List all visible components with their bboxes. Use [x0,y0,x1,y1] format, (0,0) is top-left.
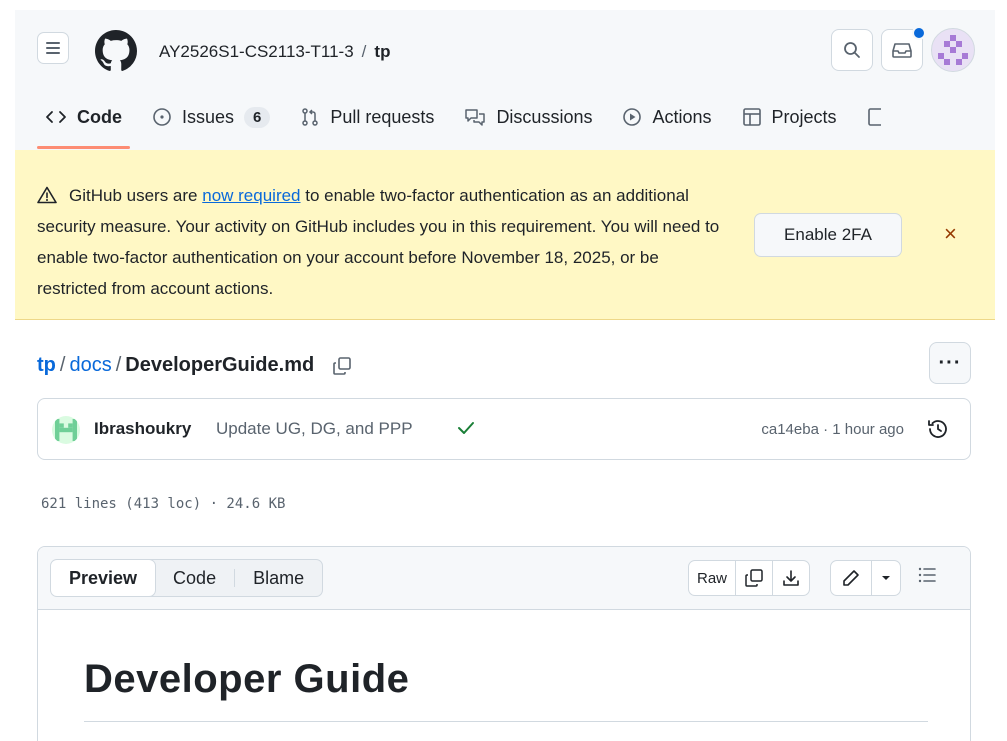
repo-nav-tabs: Code Issues 6 Pull requests Discussions … [37,94,913,150]
edit-file-button[interactable] [831,561,872,595]
repo-header: AY2526S1-CS2113-T11-3 / tp Code Issues 6 P… [15,10,995,151]
raw-button[interactable]: Raw [689,561,737,595]
copy-path-button[interactable] [332,356,352,376]
tab-overflow[interactable] [859,94,899,140]
repo-link[interactable]: tp [374,42,390,61]
download-button[interactable] [773,561,809,595]
tab-projects[interactable]: Projects [734,94,845,140]
search-button[interactable] [831,29,873,71]
identicon-icon [55,419,77,441]
banner-text-before: GitHub users are [69,186,203,205]
header-actions [831,26,975,72]
heading-rule [84,721,928,722]
inbox-icon [892,43,912,58]
dismiss-banner-button[interactable]: × [944,223,957,245]
file-viewer: Preview Code Blame Raw Developer Guide [37,546,971,741]
tab-label: Issues [182,106,235,127]
table-icon [742,108,761,126]
tab-code-view[interactable]: Code [155,560,234,596]
notification-dot [912,26,926,40]
tab-label: Code [77,106,122,127]
commit-hash-time[interactable]: ca14eba · 1 hour ago [761,421,904,438]
open-menu-button[interactable] [37,32,69,64]
file-view: tp / docs / DeveloperGuide.md ··· Ibrash… [15,320,995,741]
commit-author[interactable]: Ibrashoukry [94,419,191,439]
outline-list-icon[interactable] [916,564,938,586]
copy-icon [333,356,352,375]
copy-raw-button[interactable] [736,561,774,595]
tab-issues[interactable]: Issues 6 [144,94,278,140]
tab-label: Pull requests [330,106,435,127]
tab-pull-requests[interactable]: Pull requests [292,94,442,140]
book-icon [867,108,881,126]
banner-message: GitHub users are now required to enable … [37,180,727,304]
file-toolbar: Preview Code Blame Raw [38,547,970,610]
pencil-icon [843,570,859,586]
tab-label: Discussions [496,106,593,127]
download-icon [783,570,799,586]
tab-preview[interactable]: Preview [51,560,157,596]
tab-label: Actions [652,106,712,127]
raw-actions: Raw [688,560,811,596]
copy-icon [745,569,763,587]
breadcrumb-repo-link[interactable]: tp [37,354,56,377]
issue-icon [153,108,171,126]
tab-actions[interactable]: Actions [614,94,719,140]
path-separator: / [361,42,367,61]
alert-icon [37,186,57,204]
breadcrumb-separator: / [115,354,122,376]
edit-dropdown-button[interactable] [872,561,900,595]
breadcrumb-file-name: DeveloperGuide.md [125,354,315,376]
play-icon [623,108,642,126]
breadcrumb: tp / docs / DeveloperGuide.md [37,354,352,377]
org-link[interactable]: AY2526S1-CS2113-T11-3 [159,42,354,61]
file-stats: 621 lines (413 loc) · 24.6 KB [41,496,286,512]
check-icon[interactable] [456,419,476,437]
hamburger-icon [46,42,60,54]
repo-path: AY2526S1-CS2113-T11-3 / tp [159,42,390,62]
discussion-icon [465,109,486,126]
breadcrumb-docs-link[interactable]: docs [69,354,111,377]
github-logo-icon[interactable] [95,30,137,72]
tab-label: Projects [771,106,837,127]
breadcrumb-separator: / [59,354,66,376]
markdown-heading: Developer Guide [84,657,410,701]
more-options-button[interactable]: ··· [929,342,971,384]
triangle-down-icon [882,576,890,580]
latest-commit: Ibrashoukry Update UG, DG, and PPP ca14e… [37,398,971,460]
pull-request-icon [302,108,319,126]
inbox-button[interactable] [881,26,926,71]
issues-counter: 6 [244,106,271,128]
search-icon [844,42,860,58]
enable-2fa-button[interactable]: Enable 2FA [754,213,902,257]
identicon-icon [938,35,968,65]
tab-discussions[interactable]: Discussions [456,94,600,140]
tab-code[interactable]: Code [37,94,130,149]
edit-actions [830,560,901,596]
tab-blame[interactable]: Blame [235,560,322,596]
author-avatar[interactable] [52,416,80,444]
now-required-link[interactable]: now required [202,186,300,205]
history-icon[interactable] [926,417,950,441]
view-mode-switch: Preview Code Blame [50,559,324,597]
code-icon [46,111,66,123]
user-avatar[interactable] [931,28,975,72]
commit-message[interactable]: Update UG, DG, and PPP [216,419,413,439]
browser-page: AY2526S1-CS2113-T11-3/tp Code Issues 6 P… [15,10,995,741]
